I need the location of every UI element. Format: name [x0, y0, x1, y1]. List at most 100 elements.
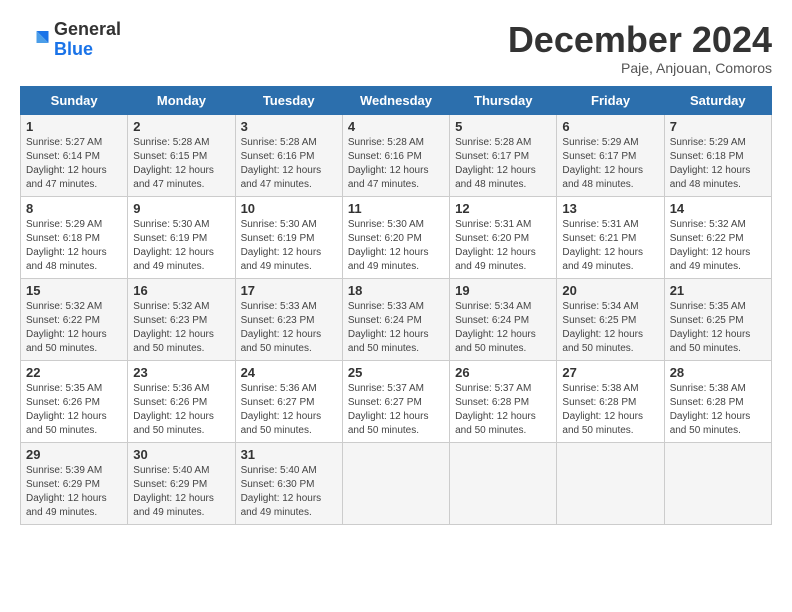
- day-info: Sunrise: 5:40 AM Sunset: 6:29 PM Dayligh…: [133, 464, 229, 520]
- sunset-label: Sunset: 6:19 PM: [133, 233, 207, 244]
- day-number: 4: [348, 119, 444, 134]
- daylight-minutes: and 50 minutes.: [562, 343, 633, 354]
- logo-blue: Blue: [54, 39, 93, 59]
- sunset-label: Sunset: 6:26 PM: [26, 397, 100, 408]
- day-info: Sunrise: 5:33 AM Sunset: 6:24 PM Dayligh…: [348, 300, 444, 356]
- daylight-minutes: and 48 minutes.: [455, 179, 526, 190]
- day-info: Sunrise: 5:38 AM Sunset: 6:28 PM Dayligh…: [670, 382, 766, 438]
- day-number: 27: [562, 365, 658, 380]
- calendar-cell: 8 Sunrise: 5:29 AM Sunset: 6:18 PM Dayli…: [21, 196, 128, 278]
- calendar-cell: 19 Sunrise: 5:34 AM Sunset: 6:24 PM Dayl…: [450, 278, 557, 360]
- day-info: Sunrise: 5:38 AM Sunset: 6:28 PM Dayligh…: [562, 382, 658, 438]
- calendar-cell: 9 Sunrise: 5:30 AM Sunset: 6:19 PM Dayli…: [128, 196, 235, 278]
- day-info: Sunrise: 5:27 AM Sunset: 6:14 PM Dayligh…: [26, 136, 122, 192]
- daylight-label: Daylight: 12 hours: [241, 165, 322, 176]
- day-number: 26: [455, 365, 551, 380]
- daylight-minutes: and 50 minutes.: [241, 343, 312, 354]
- sunrise-label: Sunrise: 5:32 AM: [670, 219, 746, 230]
- day-number: 23: [133, 365, 229, 380]
- daylight-label: Daylight: 12 hours: [241, 411, 322, 422]
- daylight-label: Daylight: 12 hours: [455, 247, 536, 258]
- calendar-cell: 2 Sunrise: 5:28 AM Sunset: 6:15 PM Dayli…: [128, 114, 235, 196]
- day-number: 30: [133, 447, 229, 462]
- sunset-label: Sunset: 6:18 PM: [670, 151, 744, 162]
- sunset-label: Sunset: 6:22 PM: [26, 315, 100, 326]
- sunrise-label: Sunrise: 5:37 AM: [455, 383, 531, 394]
- day-info: Sunrise: 5:29 AM Sunset: 6:18 PM Dayligh…: [670, 136, 766, 192]
- logo-icon: [20, 25, 50, 55]
- day-number: 6: [562, 119, 658, 134]
- sunrise-label: Sunrise: 5:29 AM: [670, 137, 746, 148]
- daylight-label: Daylight: 12 hours: [26, 165, 107, 176]
- weekday-header-tuesday: Tuesday: [235, 86, 342, 114]
- day-info: Sunrise: 5:31 AM Sunset: 6:21 PM Dayligh…: [562, 218, 658, 274]
- title-block: December 2024 Paje, Anjouan, Comoros: [508, 20, 772, 76]
- sunset-label: Sunset: 6:27 PM: [241, 397, 315, 408]
- daylight-minutes: and 48 minutes.: [670, 179, 741, 190]
- sunrise-label: Sunrise: 5:28 AM: [133, 137, 209, 148]
- sunrise-label: Sunrise: 5:28 AM: [241, 137, 317, 148]
- sunrise-label: Sunrise: 5:37 AM: [348, 383, 424, 394]
- calendar-cell: 6 Sunrise: 5:29 AM Sunset: 6:17 PM Dayli…: [557, 114, 664, 196]
- week-row-3: 15 Sunrise: 5:32 AM Sunset: 6:22 PM Dayl…: [21, 278, 772, 360]
- sunrise-label: Sunrise: 5:30 AM: [133, 219, 209, 230]
- daylight-label: Daylight: 12 hours: [670, 329, 751, 340]
- sunrise-label: Sunrise: 5:29 AM: [26, 219, 102, 230]
- sunrise-label: Sunrise: 5:36 AM: [133, 383, 209, 394]
- weekday-header-monday: Monday: [128, 86, 235, 114]
- daylight-minutes: and 47 minutes.: [26, 179, 97, 190]
- day-number: 14: [670, 201, 766, 216]
- day-info: Sunrise: 5:30 AM Sunset: 6:19 PM Dayligh…: [133, 218, 229, 274]
- sunrise-label: Sunrise: 5:30 AM: [241, 219, 317, 230]
- calendar-cell: 1 Sunrise: 5:27 AM Sunset: 6:14 PM Dayli…: [21, 114, 128, 196]
- daylight-label: Daylight: 12 hours: [133, 411, 214, 422]
- calendar-cell: 27 Sunrise: 5:38 AM Sunset: 6:28 PM Dayl…: [557, 360, 664, 442]
- day-info: Sunrise: 5:32 AM Sunset: 6:22 PM Dayligh…: [26, 300, 122, 356]
- sunset-label: Sunset: 6:29 PM: [133, 479, 207, 490]
- day-number: 3: [241, 119, 337, 134]
- sunset-label: Sunset: 6:26 PM: [133, 397, 207, 408]
- weekday-header-thursday: Thursday: [450, 86, 557, 114]
- week-row-4: 22 Sunrise: 5:35 AM Sunset: 6:26 PM Dayl…: [21, 360, 772, 442]
- daylight-label: Daylight: 12 hours: [455, 165, 536, 176]
- sunrise-label: Sunrise: 5:34 AM: [455, 301, 531, 312]
- day-info: Sunrise: 5:34 AM Sunset: 6:24 PM Dayligh…: [455, 300, 551, 356]
- week-row-2: 8 Sunrise: 5:29 AM Sunset: 6:18 PM Dayli…: [21, 196, 772, 278]
- sunset-label: Sunset: 6:14 PM: [26, 151, 100, 162]
- sunset-label: Sunset: 6:15 PM: [133, 151, 207, 162]
- daylight-label: Daylight: 12 hours: [562, 165, 643, 176]
- day-info: Sunrise: 5:29 AM Sunset: 6:18 PM Dayligh…: [26, 218, 122, 274]
- sunset-label: Sunset: 6:17 PM: [455, 151, 529, 162]
- daylight-minutes: and 49 minutes.: [26, 507, 97, 518]
- daylight-minutes: and 47 minutes.: [133, 179, 204, 190]
- daylight-minutes: and 50 minutes.: [670, 425, 741, 436]
- daylight-label: Daylight: 12 hours: [133, 247, 214, 258]
- sunrise-label: Sunrise: 5:33 AM: [241, 301, 317, 312]
- calendar-cell: 4 Sunrise: 5:28 AM Sunset: 6:16 PM Dayli…: [342, 114, 449, 196]
- daylight-label: Daylight: 12 hours: [562, 247, 643, 258]
- logo-text: General Blue: [54, 20, 121, 60]
- day-number: 24: [241, 365, 337, 380]
- daylight-minutes: and 50 minutes.: [455, 425, 526, 436]
- day-info: Sunrise: 5:33 AM Sunset: 6:23 PM Dayligh…: [241, 300, 337, 356]
- sunrise-label: Sunrise: 5:28 AM: [455, 137, 531, 148]
- day-number: 17: [241, 283, 337, 298]
- sunset-label: Sunset: 6:24 PM: [455, 315, 529, 326]
- calendar-cell: 28 Sunrise: 5:38 AM Sunset: 6:28 PM Dayl…: [664, 360, 771, 442]
- calendar-cell: 16 Sunrise: 5:32 AM Sunset: 6:23 PM Dayl…: [128, 278, 235, 360]
- month-title: December 2024: [508, 20, 772, 60]
- calendar-cell: 13 Sunrise: 5:31 AM Sunset: 6:21 PM Dayl…: [557, 196, 664, 278]
- day-number: 25: [348, 365, 444, 380]
- day-info: Sunrise: 5:36 AM Sunset: 6:27 PM Dayligh…: [241, 382, 337, 438]
- page-header: General Blue December 2024 Paje, Anjouan…: [20, 20, 772, 76]
- sunrise-label: Sunrise: 5:38 AM: [562, 383, 638, 394]
- sunset-label: Sunset: 6:28 PM: [670, 397, 744, 408]
- daylight-minutes: and 49 minutes.: [133, 507, 204, 518]
- calendar-cell: 17 Sunrise: 5:33 AM Sunset: 6:23 PM Dayl…: [235, 278, 342, 360]
- sunset-label: Sunset: 6:28 PM: [455, 397, 529, 408]
- day-info: Sunrise: 5:32 AM Sunset: 6:22 PM Dayligh…: [670, 218, 766, 274]
- calendar-cell: 21 Sunrise: 5:35 AM Sunset: 6:25 PM Dayl…: [664, 278, 771, 360]
- day-info: Sunrise: 5:36 AM Sunset: 6:26 PM Dayligh…: [133, 382, 229, 438]
- calendar-cell: 12 Sunrise: 5:31 AM Sunset: 6:20 PM Dayl…: [450, 196, 557, 278]
- calendar-cell: 29 Sunrise: 5:39 AM Sunset: 6:29 PM Dayl…: [21, 442, 128, 524]
